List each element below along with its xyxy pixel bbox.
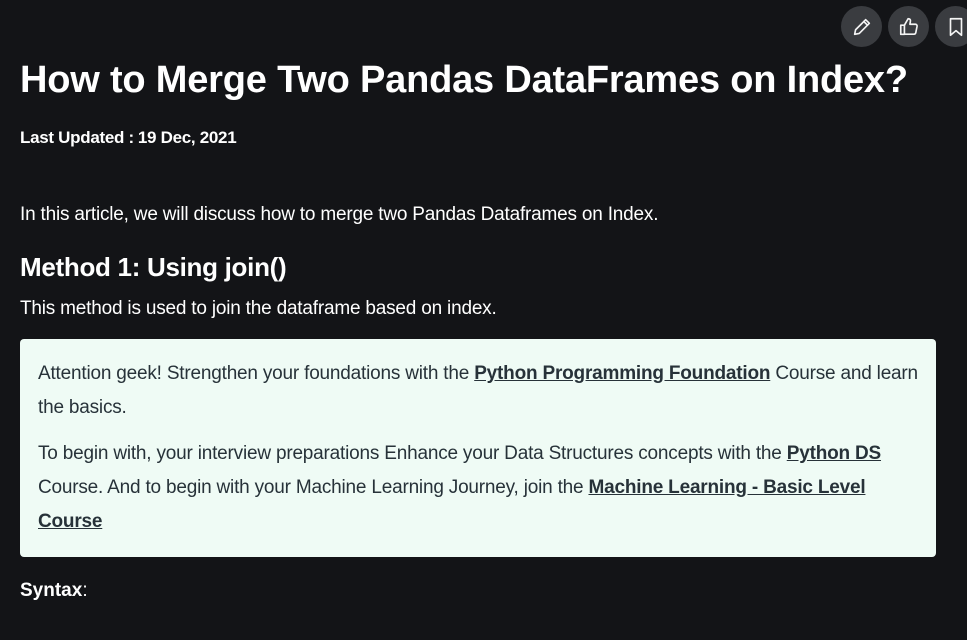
- like-button[interactable]: [888, 6, 929, 47]
- last-updated-label: Last Updated :: [20, 128, 134, 147]
- syntax-label: Syntax:: [20, 580, 88, 602]
- bookmark-button[interactable]: [935, 6, 967, 47]
- callout-text: Attention geek! Strengthen your foundati…: [38, 363, 475, 384]
- python-ds-link[interactable]: Python DS: [787, 443, 881, 464]
- article-title: How to Merge Two Pandas DataFrames on In…: [20, 59, 908, 101]
- callout-paragraph-1: Attention geek! Strengthen your foundati…: [38, 357, 918, 425]
- method1-heading: Method 1: Using join(): [20, 252, 287, 282]
- callout-text: Course. And to begin with your Machine L…: [38, 477, 589, 498]
- pencil-icon: [853, 18, 870, 35]
- course-callout: Attention geek! Strengthen your foundati…: [20, 339, 936, 557]
- callout-text: To begin with, your interview preparatio…: [38, 443, 787, 464]
- syntax-label-text: Syntax: [20, 580, 83, 601]
- last-updated: Last Updated :19 Dec, 2021: [20, 128, 237, 148]
- thumbs-up-icon: [899, 17, 918, 35]
- intro-paragraph: In this article, we will discuss how to …: [20, 204, 659, 225]
- article-toolbar: [841, 6, 967, 47]
- bookmark-icon: [949, 17, 962, 36]
- python-programming-foundation-link[interactable]: Python Programming Foundation: [474, 363, 770, 384]
- callout-paragraph-2: To begin with, your interview preparatio…: [38, 437, 918, 539]
- edit-button[interactable]: [841, 6, 882, 47]
- last-updated-date: 19 Dec, 2021: [137, 128, 237, 147]
- syntax-colon: :: [82, 580, 88, 601]
- method1-description: This method is used to join the datafram…: [20, 298, 497, 319]
